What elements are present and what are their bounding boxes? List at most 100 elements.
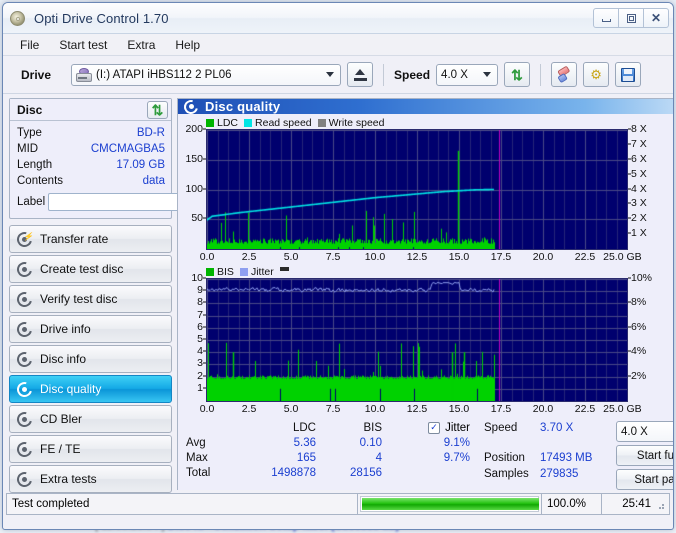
y-tick-label: 5 [197,333,206,345]
drive-select[interactable]: (I:) ATAPI iHBS112 2 PL06 [71,63,342,86]
sidebar-item-fe-te[interactable]: FE / TE [9,435,172,463]
refresh-button[interactable]: ⇅ [504,62,531,87]
disc-test-icon [14,258,35,280]
stat-max-jitter: 9.7% [443,451,470,464]
page-title: Disc quality [205,99,281,114]
start-part-button[interactable]: Start part [616,469,673,490]
x-tick-label: 20.0 [532,403,554,415]
speed-select[interactable]: 4.0 X [436,63,499,86]
bis-chart-wrap: 1 2 3 4 5 6 7 8 9 10 2% 4% 6% 8% 10% [178,272,673,402]
y2-tick-label: 10% [628,272,652,284]
sidebar-item-verify-test-disc[interactable]: Verify test disc [9,285,172,313]
sidebar-item-disc-quality[interactable]: Disc quality [9,375,172,403]
x-tick-label: 2.5 [241,403,257,415]
eject-button[interactable] [347,62,374,87]
menu-file[interactable]: File [11,36,48,54]
menu-extra[interactable]: Extra [118,36,164,54]
legend-label: Read speed [255,116,312,129]
ldc-chart-x-axis: 0.0 2.5 5.0 7.5 10.0 12.5 15.0 17.5 20.0 22.5 25.0… [200,250,673,265]
sidebar-item-drive-info[interactable]: Drive info [9,315,172,343]
statistics-header-row: LDC BIS ✓ Jitter [186,420,478,435]
test-readouts: Speed 3.70 X Position 17493 MB Samples 2… [484,420,616,490]
save-button[interactable] [615,62,642,87]
test-controls: Speed 3.70 X Position 17493 MB Samples 2… [478,420,673,490]
x-tick-label: 10.0 [364,251,386,263]
erase-button[interactable] [551,62,578,87]
start-full-button[interactable]: Start full [616,445,673,466]
refresh-icon: ⇅ [511,66,523,83]
x-tick-label: 25.0 GB [603,251,642,263]
x-tick-label: 22.5 [574,251,596,263]
readout-speed: Speed 3.70 X [484,420,616,436]
y2-tick-label: 2% [628,370,646,382]
position-readout-value: 17493 MB [540,452,593,464]
plug-button[interactable]: ⚙ [583,62,610,87]
ldc-chart-y-axis-left: 50 100 150 200 [178,123,206,248]
sidebar-item-label: Transfer rate [40,232,109,246]
status-bar: Test completed 100.0% 25:41 [6,493,670,515]
ldc-chart-plot[interactable] [206,129,628,250]
title-bar: Opti Drive Control 1.70 ✕ [3,3,673,34]
sidebar-item-label: Disc quality [40,382,102,396]
y2-tick-label: 8 X [628,123,647,135]
menu-help[interactable]: Help [166,36,209,54]
test-speed-select[interactable]: 4.0 X [616,421,673,442]
y2-tick-label: 4% [628,345,646,357]
y2-tick-label: 6% [628,321,646,333]
y-tick-label: 6 [197,321,206,333]
stat-max-bis: 4 [375,451,382,464]
close-button[interactable]: ✕ [643,8,669,28]
stat-avg-bis: 0.10 [359,436,382,449]
ldc-chart-wrap: 50 100 150 200 1 X 2 X 3 X 4 X 5 X 6 X 7 X 8 X [178,123,673,250]
speed-readout-label: Speed [484,422,518,434]
stat-avg-ldc: 5.36 [293,436,316,449]
elapsed-time: 25:41 [602,493,670,515]
speed-label: Speed [394,67,431,82]
eraser-icon [554,65,574,84]
sidebar-item-transfer-rate[interactable]: ⚡ Transfer rate [9,225,172,253]
legend-swatch-read-speed [244,118,253,127]
x-tick-label: 5.0 [283,251,299,263]
position-readout-label: Position [484,452,525,464]
content-area: Disc ⇅ Type BD-R MID CMCMAGBA5 Length 17… [3,94,673,507]
sidebar-item-extra-tests[interactable]: Extra tests [9,465,172,493]
resize-grip-icon[interactable] [654,499,664,509]
disc-label-row: Label [17,191,250,212]
y-tick-label: 9 [197,284,206,296]
stat-row-label: Avg [186,436,206,449]
maximize-button[interactable] [618,8,644,28]
x-tick-label: 2.5 [241,251,257,263]
menu-start-test[interactable]: Start test [50,36,116,54]
disc-test-icon [14,438,35,460]
statistics-row-total: Total 1498878 28156 [186,465,478,480]
eject-icon [353,68,367,81]
statistics-area: LDC BIS ✓ Jitter Avg 5.36 0.10 9.1% Max … [178,417,673,490]
y2-tick-label: 5 X [628,168,647,180]
disc-refresh-button[interactable]: ⇅ [147,100,168,119]
legend-label: Write speed [328,116,385,129]
sidebar-item-create-test-disc[interactable]: Create test disc [9,255,172,283]
sidebar-item-label: FE / TE [40,442,81,456]
stat-avg-jitter: 9.1% [443,436,470,449]
x-tick-label: 17.5 [490,403,512,415]
disc-info-rows: Type BD-R MID CMCMAGBA5 Length 17.09 GB … [10,121,250,218]
disc-test-icon [14,468,35,490]
stat-total-bis: 28156 [350,466,382,479]
sidebar-item-disc-info[interactable]: Disc info [9,345,172,373]
jitter-checkbox[interactable]: ✓ [428,421,441,434]
jitter-header-group: ✓ Jitter [382,421,474,434]
menu-bar: File Start test Extra Help [3,34,673,56]
sidebar-item-cd-bler[interactable]: CD Bler [9,405,172,433]
samples-readout-value: 279835 [540,468,579,480]
legend-read-speed: Read speed [244,117,312,129]
legend-jitter: Jitter [239,266,274,278]
ldc-chart-legend: LDC Read speed Write speed [178,116,673,129]
disc-test-icon [14,378,35,400]
chevron-down-icon [478,65,495,85]
legend-write-speed: Write speed [317,116,385,129]
bis-chart-y-axis-right: 2% 4% 6% 8% 10% [628,272,673,400]
bis-chart-plot[interactable] [206,278,628,402]
statistics-table: LDC BIS ✓ Jitter Avg 5.36 0.10 9.1% Max … [178,420,478,490]
readout-position: Position 17493 MB [484,450,616,466]
minimize-button[interactable] [593,8,619,28]
